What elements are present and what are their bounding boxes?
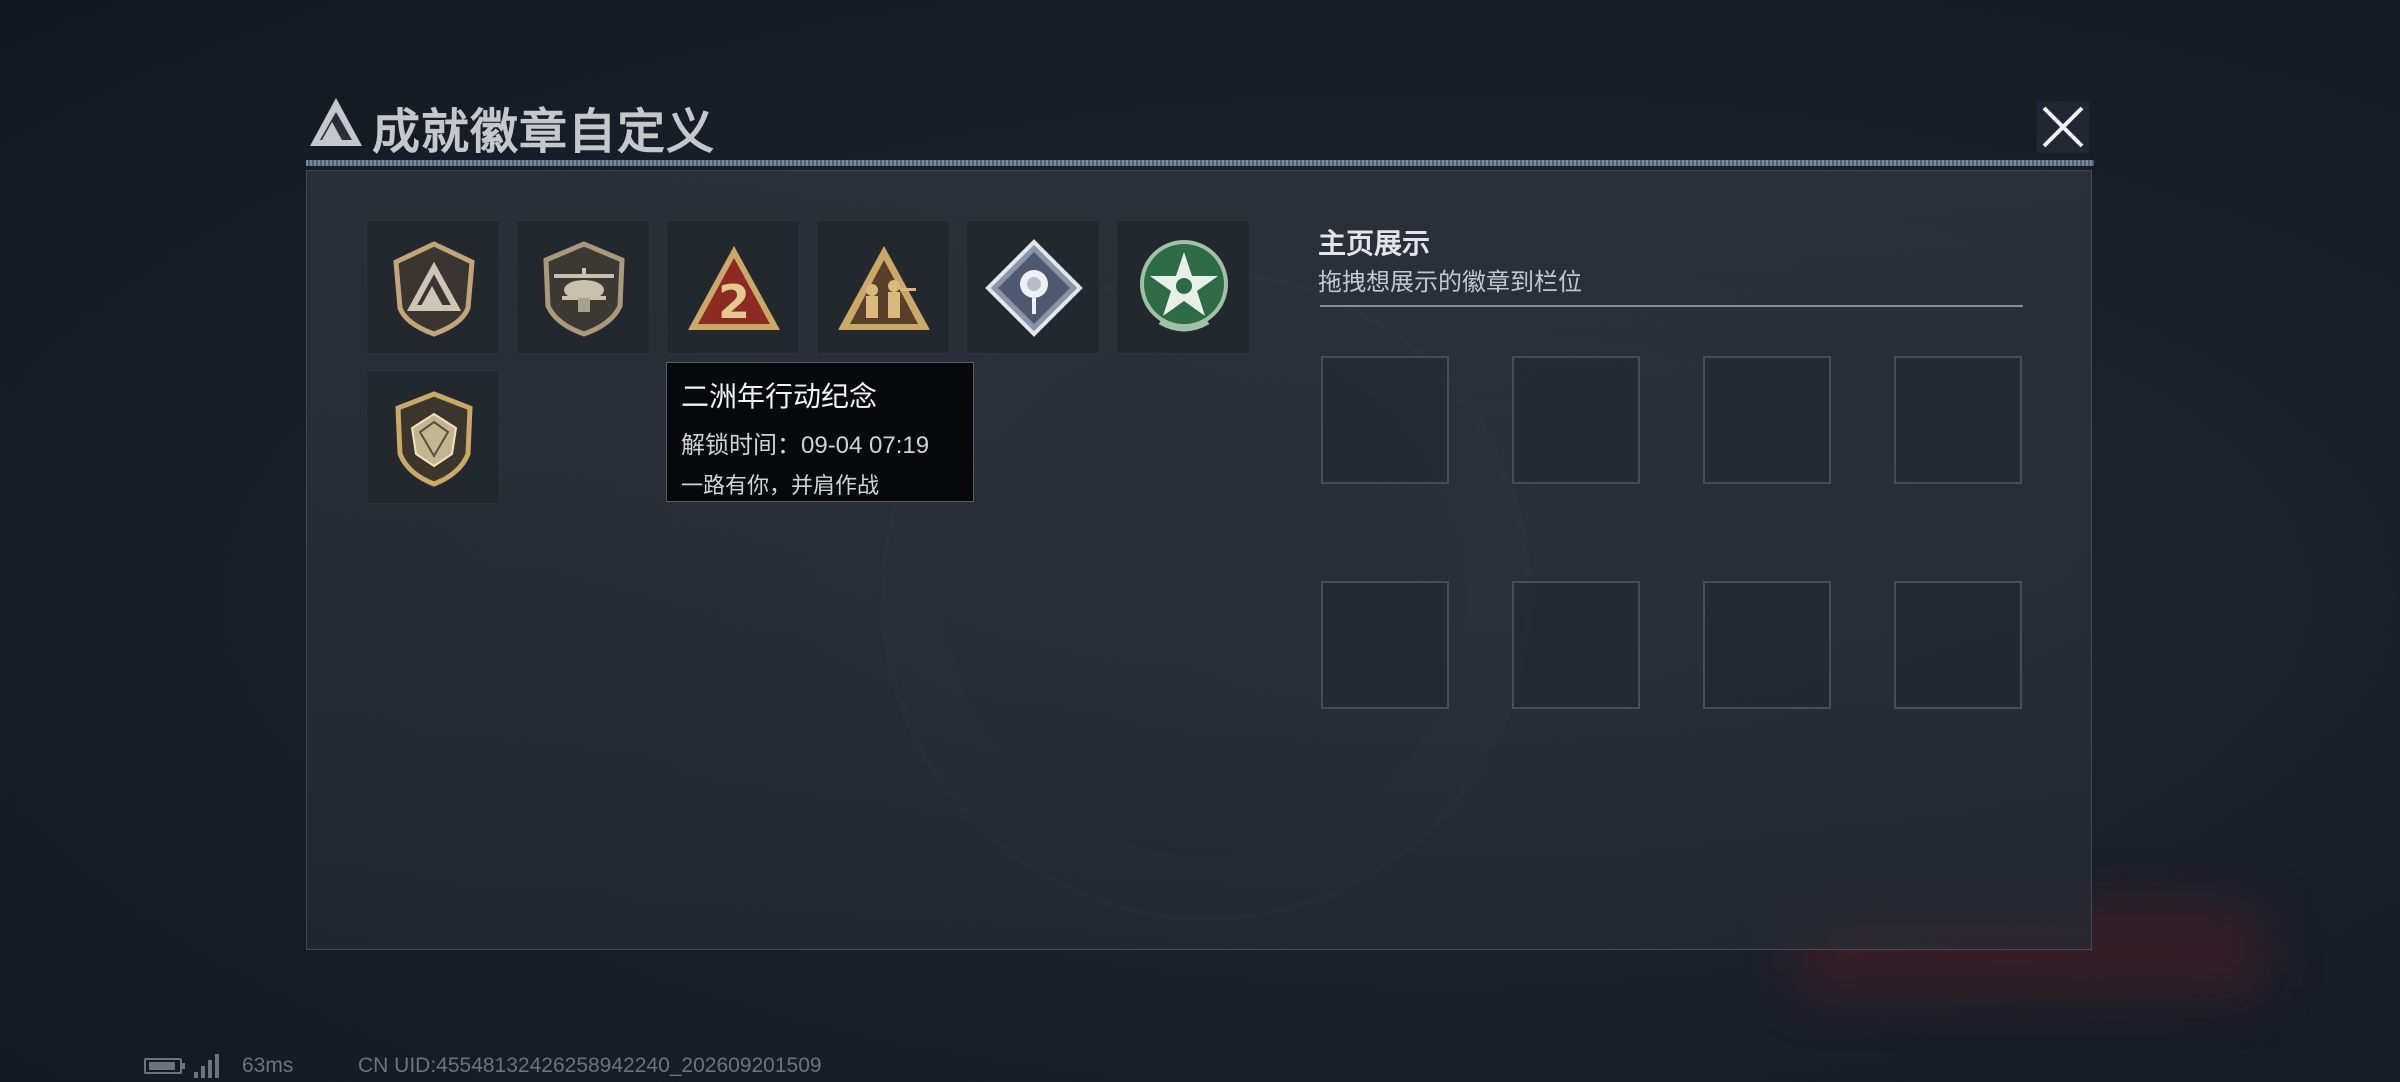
svg-text:2: 2 xyxy=(718,275,750,329)
triangle-logo-icon xyxy=(310,98,362,146)
rose-diamond-badge[interactable] xyxy=(966,220,1100,354)
ping-value: 63ms xyxy=(242,1054,294,1077)
dialog-title: 成就徽章自定义 xyxy=(372,106,716,159)
green-star-badge[interactable] xyxy=(1116,220,1250,354)
display-slot-4[interactable] xyxy=(1894,356,2022,484)
shield-badge-icon xyxy=(393,241,475,337)
signal-icon xyxy=(194,1052,224,1078)
triangle-2-badge-icon: 2 xyxy=(688,246,780,330)
display-slot-8[interactable] xyxy=(1894,581,2022,709)
badge-tooltip: 二洲年行动纪念 解锁时间：09-04 07:19 一路有你，并肩作战 xyxy=(666,362,974,502)
close-icon xyxy=(2037,101,2089,153)
display-slot-6[interactable] xyxy=(1512,581,1640,709)
display-slot-7[interactable] xyxy=(1703,581,1831,709)
header-divider xyxy=(306,160,2094,166)
tooltip-description: 一路有你，并肩作战 xyxy=(681,473,880,498)
battery-icon xyxy=(144,1058,182,1074)
soldiers-badge-icon xyxy=(838,246,930,330)
anniversary-2-badge[interactable]: 2 xyxy=(666,220,800,354)
dialog-header: 成就徽章自定义 xyxy=(300,90,2095,160)
gem-shield-badge[interactable] xyxy=(366,370,500,504)
display-slot-5[interactable] xyxy=(1321,581,1449,709)
showcase-subtitle: 拖拽想展示的徽章到栏位 xyxy=(1318,269,1582,296)
close-button[interactable] xyxy=(2036,100,2090,154)
display-slot-2[interactable] xyxy=(1512,356,1640,484)
uid-text: CN UID:45548132426258942240_202609201509 xyxy=(358,1054,822,1077)
tooltip-unlock-time: 解锁时间：09-04 07:19 xyxy=(681,432,930,459)
rose-badge-icon xyxy=(985,239,1083,337)
display-slot-3[interactable] xyxy=(1703,356,1831,484)
helicopter-badge[interactable] xyxy=(516,220,650,354)
soldiers-triangle-badge[interactable] xyxy=(816,220,950,354)
shield-triangle-badge[interactable] xyxy=(366,220,500,354)
gem-badge-icon xyxy=(395,391,473,487)
showcase-divider xyxy=(1320,305,2023,307)
display-slot-1[interactable] xyxy=(1321,356,1449,484)
star-badge-icon xyxy=(1140,240,1228,332)
tooltip-title: 二洲年行动纪念 xyxy=(681,381,878,412)
helicopter-badge-icon xyxy=(543,241,625,337)
showcase-title: 主页展示 xyxy=(1318,228,1431,259)
